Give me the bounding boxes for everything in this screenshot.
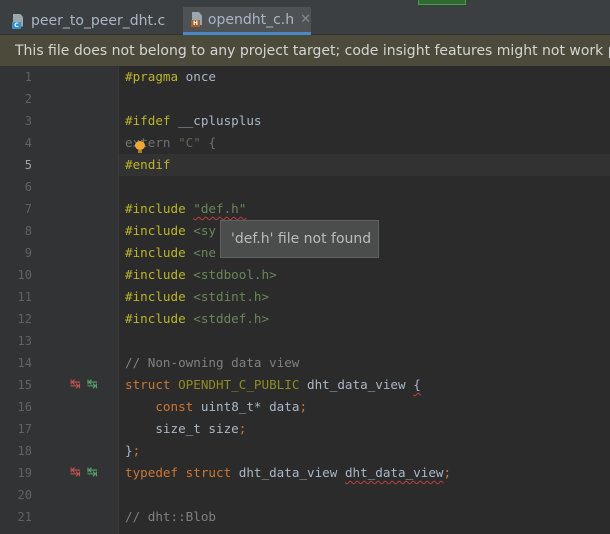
line-number[interactable]: 1 [0,66,32,88]
banner-text: This file does not belong to any project… [15,42,610,59]
code-token: <sy [193,223,217,238]
code-token: #pragma [125,69,179,84]
tooltip-text: 'def.h' file not found [231,231,372,247]
code-token: const [155,399,194,414]
status-indicator [418,0,466,5]
code-token: ; [299,399,308,414]
code-token: #include [125,201,186,216]
code-token: #include [125,267,186,282]
line-number[interactable]: 6 [0,176,32,198]
line-number[interactable]: 19 [0,462,32,484]
line-number[interactable]: 13 [0,330,32,352]
top-toolbar-strip [0,0,610,7]
line-number[interactable]: 4 [0,132,32,154]
code-token: ; [238,421,247,436]
code-token: #ifdef [125,113,171,128]
line-number[interactable]: 10 [0,264,32,286]
code-token: dht_data_view [307,377,406,392]
line-number[interactable]: 11 [0,286,32,308]
code-token: // dht::Blob [125,509,216,524]
tab-peer-to-peer-dht-c[interactable]: C peer_to_peer_dht.c [0,7,182,35]
line-number[interactable]: 12 [0,308,32,330]
code-token: once [185,69,217,84]
code-token: "C" [178,135,201,150]
code-token: #include [125,245,186,260]
line-number[interactable]: 17 [0,418,32,440]
line-number[interactable]: 7 [0,198,32,220]
code-token: OPENDHT_C_PUBLIC [178,377,300,392]
code-token: #include [125,311,186,326]
editor-tab-bar: C peer_to_peer_dht.c H opendht_c.h ✕ [0,0,610,35]
code-token: } [125,443,133,458]
code-token: <ne [193,245,217,260]
code-token: dht_data_view [238,465,338,480]
tab-opendht-c-h[interactable]: H opendht_c.h ✕ [183,7,311,35]
line-number[interactable]: 18 [0,440,32,462]
line-number[interactable]: 20 [0,484,32,506]
code-token: ; [443,465,452,480]
code-token: size_t size [125,421,239,436]
code-token: struct [185,465,232,480]
code-token: #include [125,289,186,304]
implementation-marker-icon[interactable]: ↹ ↹ [70,462,98,484]
c-file-icon: C [12,13,25,29]
code-editor[interactable]: #pragma once #ifdef __cplusplusextern "C"… [119,66,610,534]
line-number[interactable]: 21 [0,506,32,528]
error-tooltip: 'def.h' file not found [220,220,379,258]
line-number[interactable]: 3 [0,110,32,132]
code-token: struct [125,377,171,392]
line-number[interactable]: 2 [0,88,32,110]
code-token: ; [132,443,141,458]
line-number[interactable]: 5 [0,154,32,176]
close-tab-icon[interactable]: ✕ [300,12,311,27]
code-token: "def.h" [193,201,247,216]
code-token: <stdbool.h> [193,267,277,282]
code-token: <stddef.h> [193,311,270,326]
line-number[interactable]: 15 [0,374,32,396]
h-file-icon: H [191,12,202,27]
intention-bulb-icon[interactable] [135,141,145,153]
line-number[interactable]: 16 [0,396,32,418]
code-token: #include [125,223,186,238]
code-token: dht_data_view [344,465,444,480]
project-target-warning-banner: This file does not belong to any project… [0,35,610,66]
line-number-gutter: 1 2 3 4 5 6 7 8 9 10 11 12 13 14 15 16 17 18 19 20 21 [0,66,118,534]
tab-label: peer_to_peer_dht.c [31,13,166,29]
tab-label: opendht_c.h [207,11,295,28]
implementation-marker-icon[interactable]: ↹ ↹ [70,374,98,396]
code-token: // Non-owning data view [125,355,300,370]
code-token: typedef [125,465,179,480]
code-token: { [413,377,421,392]
code-token: uint8_t* data [200,399,300,414]
code-token: __cplusplus [178,113,262,128]
line-number[interactable]: 14 [0,352,32,374]
code-token: extern [125,135,171,150]
line-number[interactable]: 9 [0,242,32,264]
code-token: { [208,135,217,150]
code-token: #endif [125,157,171,172]
code-token: <stdint.h> [193,289,270,304]
line-number[interactable]: 8 [0,220,32,242]
